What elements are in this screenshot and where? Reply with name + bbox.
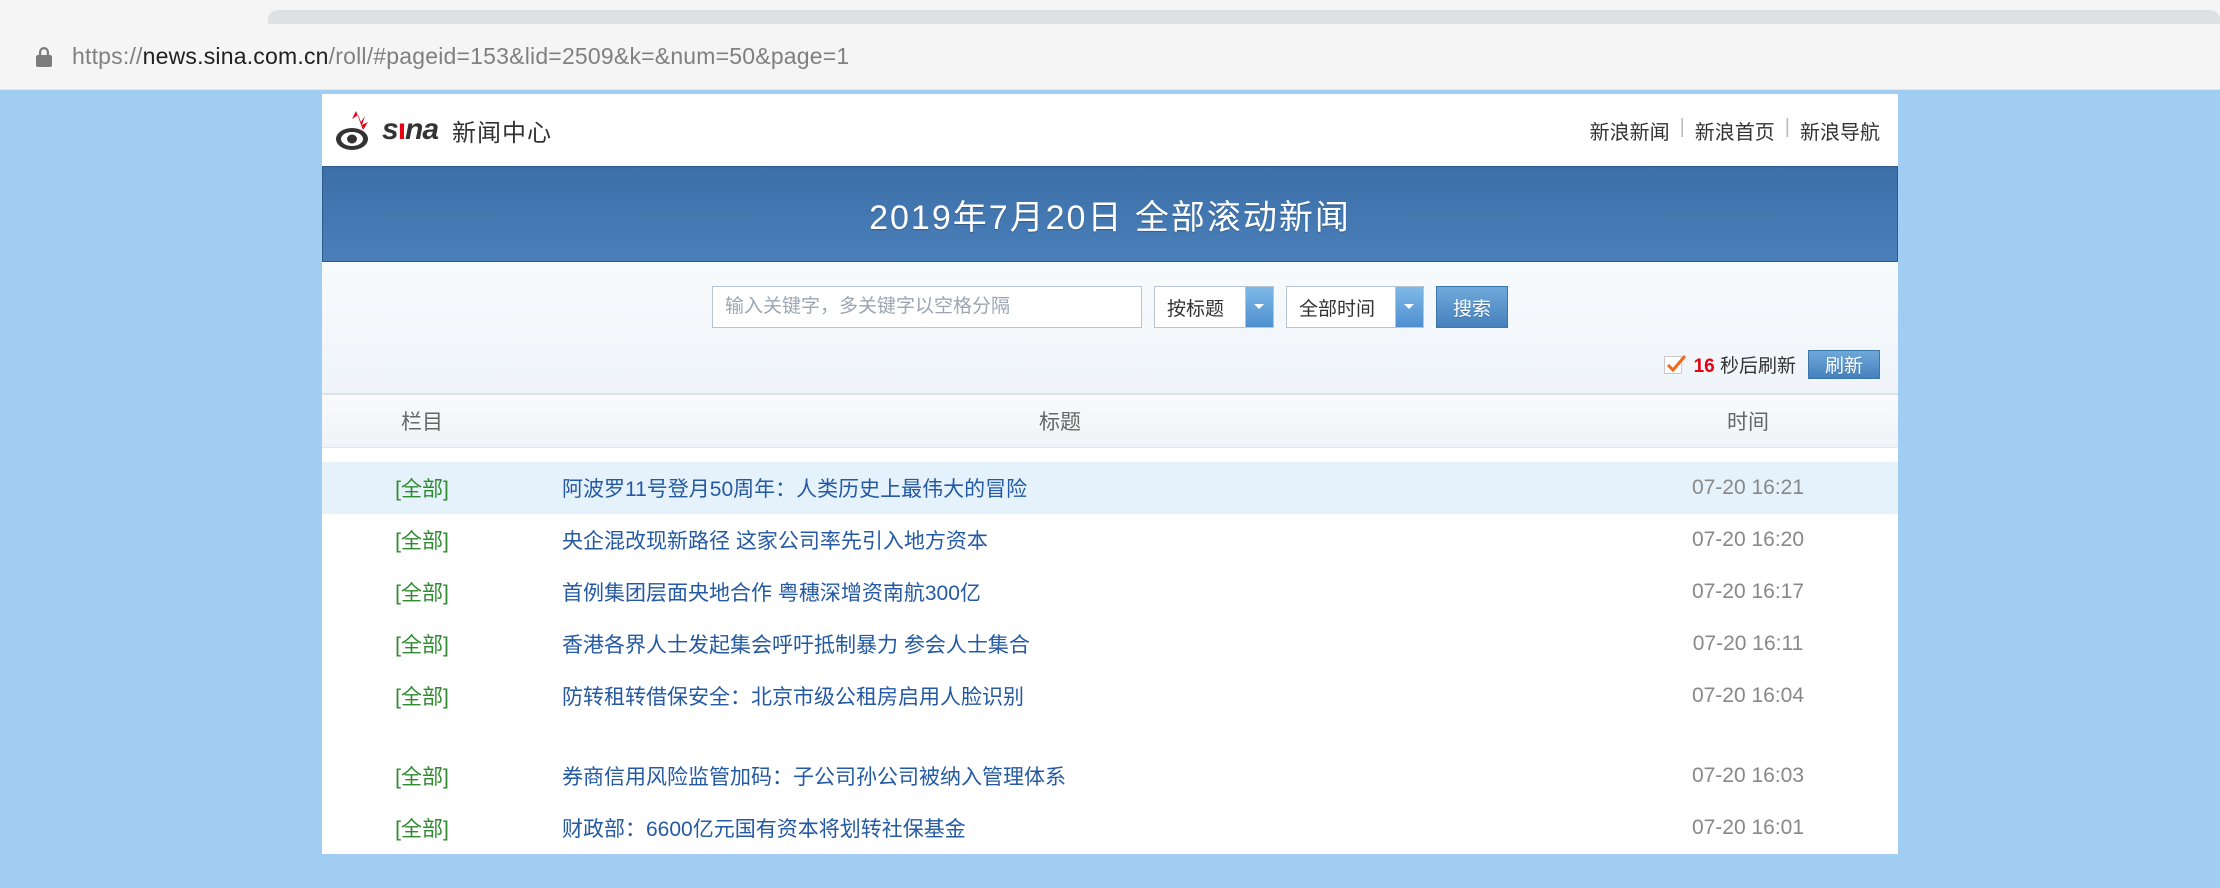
chevron-down-icon[interactable]	[1396, 286, 1424, 328]
auto-refresh-label: 16 秒后刷新	[1694, 351, 1796, 378]
row-title-link[interactable]: 防转租转借保安全：北京市级公租房启用人脸识别	[562, 686, 1024, 709]
table-row: [全部] 首例集团层面央地合作 粤穗深增资南航300亿 07-20 16:17	[322, 566, 1898, 618]
table-row: [全部] 防转租转借保安全：北京市级公租房启用人脸识别 07-20 16:04	[322, 670, 1898, 722]
header-link-news[interactable]: 新浪新闻	[1590, 116, 1670, 145]
row-category[interactable]: [全部]	[322, 525, 522, 555]
browser-url[interactable]: https://news.sina.com.cn/roll/#pageid=15…	[72, 43, 849, 70]
chevron-down-icon[interactable]	[1246, 286, 1274, 328]
sina-eye-icon	[336, 111, 376, 149]
col-header-category: 栏目	[322, 406, 522, 436]
page-banner: 2019年7月20日 全部滚动新闻	[322, 166, 1898, 262]
row-title-link[interactable]: 券商信用风险监管加码：子公司孙公司被纳入管理体系	[562, 766, 1066, 789]
table-row: [全部] 央企混改现新路径 这家公司率先引入地方资本 07-20 16:20	[322, 514, 1898, 566]
header-link-home[interactable]: 新浪首页	[1695, 116, 1775, 145]
search-row: 按标题 全部时间 搜索	[322, 262, 1898, 350]
row-title: 券商信用风险监管加码：子公司孙公司被纳入管理体系	[522, 761, 1598, 791]
row-category[interactable]: [全部]	[322, 577, 522, 607]
row-title: 央企混改现新路径 这家公司率先引入地方资本	[522, 525, 1598, 555]
row-time: 07-20 16:17	[1598, 580, 1898, 604]
logo-latin: sına	[382, 113, 438, 147]
table-row: [全部] 阿波罗11号登月50周年：人类历史上最伟大的冒险 07-20 16:21	[322, 462, 1898, 514]
separator: |	[1680, 116, 1685, 145]
toolbar: 按标题 全部时间 搜索 16 秒后刷新	[322, 262, 1898, 394]
search-button[interactable]: 搜索	[1436, 286, 1508, 328]
browser-address-bar[interactable]: https://news.sina.com.cn/roll/#pageid=15…	[0, 24, 2220, 90]
banner-title: 2019年7月20日 全部滚动新闻	[869, 190, 1351, 239]
select-by-label[interactable]: 按标题	[1154, 286, 1246, 328]
site-header: sına 新闻中心 新浪新闻 | 新浪首页 | 新浪导航	[322, 94, 1898, 166]
separator: |	[1785, 116, 1790, 145]
select-by-wrap[interactable]: 按标题	[1154, 286, 1274, 328]
table-row: [全部] 财政部：6600亿元国有资本将划转社保基金 07-20 16:01	[322, 802, 1898, 854]
news-rows: [全部]阿波罗11号登月50周年：人类历史上最伟大的冒险07-20 16:21[…	[322, 448, 1898, 854]
row-time: 07-20 16:04	[1598, 684, 1898, 708]
select-time-wrap[interactable]: 全部时间	[1286, 286, 1424, 328]
site-logo[interactable]: sına 新闻中心	[336, 111, 552, 149]
header-links: 新浪新闻 | 新浪首页 | 新浪导航	[1590, 116, 1880, 145]
row-title-link[interactable]: 央企混改现新路径 这家公司率先引入地方资本	[562, 530, 988, 553]
row-category[interactable]: [全部]	[322, 761, 522, 791]
countdown-value: 16	[1694, 356, 1715, 377]
url-host: news.sina.com.cn	[143, 43, 329, 69]
refresh-button[interactable]: 刷新	[1808, 350, 1880, 379]
auto-refresh-row: 16 秒后刷新 刷新	[322, 350, 1898, 393]
row-title-link[interactable]: 财政部：6600亿元国有资本将划转社保基金	[562, 818, 966, 841]
search-input[interactable]	[712, 286, 1142, 328]
row-time: 07-20 16:01	[1598, 816, 1898, 840]
row-title: 首例集团层面央地合作 粤穗深增资南航300亿	[522, 577, 1598, 607]
row-title-link[interactable]: 阿波罗11号登月50周年：人类历史上最伟大的冒险	[562, 478, 1027, 501]
select-time-label[interactable]: 全部时间	[1286, 286, 1396, 328]
table-header: 栏目 标题 时间	[322, 394, 1898, 448]
col-header-time: 时间	[1598, 406, 1898, 436]
row-title: 香港各界人士发起集会呼吁抵制暴力 参会人士集合	[522, 629, 1598, 659]
table-row: [全部] 券商信用风险监管加码：子公司孙公司被纳入管理体系 07-20 16:03	[322, 750, 1898, 802]
auto-refresh-checkbox[interactable]	[1664, 356, 1682, 374]
row-time: 07-20 16:11	[1598, 632, 1898, 656]
row-time: 07-20 16:21	[1598, 476, 1898, 500]
group-gap	[322, 722, 1898, 750]
row-category[interactable]: [全部]	[322, 473, 522, 503]
lock-icon	[36, 47, 52, 67]
url-scheme: https://	[72, 43, 143, 69]
row-title-link[interactable]: 香港各界人士发起集会呼吁抵制暴力 参会人士集合	[562, 634, 1030, 657]
col-header-title: 标题	[522, 406, 1598, 436]
page-content: sına 新闻中心 新浪新闻 | 新浪首页 | 新浪导航 2019年7月20日 …	[322, 94, 1898, 854]
row-title: 防转租转借保安全：北京市级公租房启用人脸识别	[522, 681, 1598, 711]
row-category[interactable]: [全部]	[322, 681, 522, 711]
row-time: 07-20 16:20	[1598, 528, 1898, 552]
row-title: 财政部：6600亿元国有资本将划转社保基金	[522, 813, 1598, 843]
row-title: 阿波罗11号登月50周年：人类历史上最伟大的冒险	[522, 473, 1598, 503]
logo-cn: 新闻中心	[452, 113, 552, 148]
row-category[interactable]: [全部]	[322, 813, 522, 843]
url-path: /roll/#pageid=153&lid=2509&k=&num=50&pag…	[329, 43, 850, 69]
header-link-nav[interactable]: 新浪导航	[1800, 116, 1880, 145]
row-time: 07-20 16:03	[1598, 764, 1898, 788]
browser-tabstrip	[0, 0, 2220, 24]
row-title-link[interactable]: 首例集团层面央地合作 粤穗深增资南航300亿	[562, 582, 981, 605]
table-row: [全部] 香港各界人士发起集会呼吁抵制暴力 参会人士集合 07-20 16:11	[322, 618, 1898, 670]
countdown-suffix: 秒后刷新	[1715, 356, 1796, 377]
row-category[interactable]: [全部]	[322, 629, 522, 659]
page-viewport: sına 新闻中心 新浪新闻 | 新浪首页 | 新浪导航 2019年7月20日 …	[0, 90, 2220, 888]
browser-tab-background	[268, 10, 2220, 24]
